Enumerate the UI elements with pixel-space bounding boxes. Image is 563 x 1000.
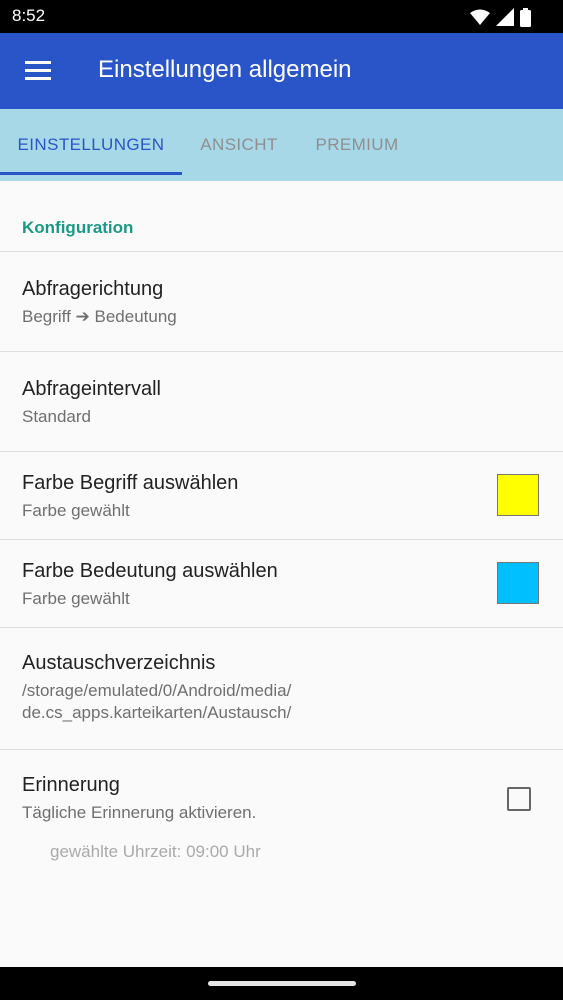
tab-view[interactable]: ANSICHT: [182, 109, 296, 181]
pref-query-interval[interactable]: Abfrageintervall Standard: [0, 352, 563, 451]
pref-meaning-color[interactable]: Farbe Bedeutung auswählen Farbe gewählt: [0, 540, 563, 627]
pref-summary: Begriff ➔ Bedeutung: [22, 307, 177, 326]
pref-summary: Standard: [22, 407, 91, 426]
pref-summary: Farbe gewählt: [22, 589, 130, 608]
signal-icon: [496, 8, 514, 26]
status-icons: [470, 6, 531, 28]
color-swatch[interactable]: [497, 474, 539, 516]
wifi-icon: [470, 9, 490, 25]
menu-icon[interactable]: [20, 57, 56, 85]
pref-title: Erinnerung: [22, 774, 120, 796]
pref-exchange-directory[interactable]: Austauschverzeichnis /storage/emulated/0…: [0, 628, 563, 749]
pref-term-color[interactable]: Farbe Begriff auswählen Farbe gewählt: [0, 452, 563, 539]
pref-title: Austauschverzeichnis: [22, 652, 216, 674]
reminder-checkbox[interactable]: [507, 787, 531, 811]
settings-list: Konfiguration Abfragerichtung Begriff ➔ …: [0, 181, 563, 967]
pref-summary: Farbe gewählt: [22, 501, 130, 520]
pref-query-direction[interactable]: Abfragerichtung Begriff ➔ Bedeutung: [0, 252, 563, 351]
pref-summary-line1: /storage/emulated/0/Android/media/: [22, 681, 292, 700]
pref-summary: Tägliche Erinnerung aktivieren.: [22, 803, 257, 822]
pref-title: Farbe Bedeutung auswählen: [22, 560, 278, 582]
app-bar: Einstellungen allgemein: [0, 33, 563, 109]
tab-settings[interactable]: EINSTELLUNGEN: [0, 109, 182, 181]
tab-indicator: [0, 172, 182, 175]
pref-title: Abfrageintervall: [22, 378, 161, 400]
section-header: Konfiguration: [22, 218, 134, 237]
status-time: 8:52: [12, 6, 46, 25]
status-bar: 8:52: [0, 0, 563, 33]
pref-reminder[interactable]: Erinnerung Tägliche Erinnerung aktiviere…: [0, 750, 563, 840]
home-gesture-handle[interactable]: [208, 981, 356, 986]
tab-bar: EINSTELLUNGEN ANSICHT PREMIUM: [0, 109, 563, 181]
tab-premium[interactable]: PREMIUM: [296, 109, 418, 181]
reminder-time-info: gewählte Uhrzeit: 09:00 Uhr: [50, 842, 261, 861]
battery-icon: [520, 7, 531, 27]
navigation-bar: [0, 967, 563, 1000]
pref-title: Abfragerichtung: [22, 278, 164, 300]
color-swatch[interactable]: [497, 562, 539, 604]
page-title: Einstellungen allgemein: [98, 56, 352, 83]
pref-title: Farbe Begriff auswählen: [22, 472, 239, 494]
pref-summary-line2: de.cs_apps.karteikarten/Austausch/: [22, 703, 292, 722]
